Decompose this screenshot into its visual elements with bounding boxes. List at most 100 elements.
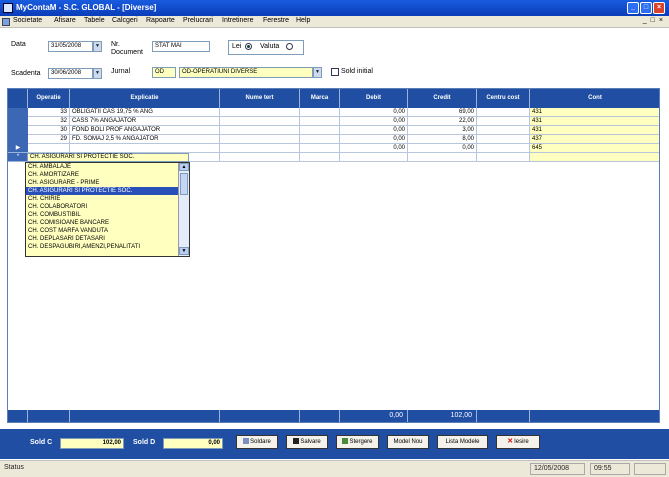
menu-prelucrari[interactable]: Prelucrari [183,17,213,24]
menu-afisare[interactable]: Afisare [54,17,76,24]
cell-credit[interactable]: 8,00 [408,135,477,144]
new-row-indicator[interactable]: * [8,153,28,162]
cell-cont[interactable]: 437 [530,135,659,144]
jurnal-name-field[interactable]: OD-OPERATIUNI DIVERSE [179,67,313,78]
cell-operatie[interactable]: 30 [28,126,70,135]
cell-debit[interactable]: 0,00 [340,117,408,126]
table-row[interactable]: 33 OBLIGATII CAS 19,75 % ANG 0,00 69,00 … [28,108,659,117]
header-credit[interactable]: Credit [408,89,477,108]
table-row-editing[interactable]: 0,00 0,00 645 [28,144,659,153]
scadenta-dropdown-button[interactable]: ▼ [93,68,102,79]
header-nume-tert[interactable]: Nume tert [220,89,300,108]
cell-explicatie[interactable]: OBLIGATII CAS 19,75 % ANG [70,108,220,117]
cell-centru-cost[interactable] [477,144,530,153]
cell-explicatie[interactable]: CASS 7% ANGAJATOR [70,117,220,126]
cell-debit[interactable]: 0,00 [340,144,408,153]
jurnal-code-field[interactable]: OD [152,67,176,78]
cell-centru-cost[interactable] [477,117,530,126]
header-marca[interactable]: Marca [300,89,340,108]
explicatie-dropdown-list[interactable]: CH. AMBALAJE CH. AMORTIZARE CH. ASIGURAR… [25,162,190,257]
menu-societate[interactable]: Societate [13,17,42,24]
dropdown-option[interactable]: CH. AMORTIZARE [26,171,179,179]
menu-intretinere[interactable]: Intretinere [222,17,254,24]
cell-debit[interactable]: 0,00 [340,135,408,144]
cell-cont[interactable]: 431 [530,108,659,117]
dropdown-option[interactable]: CH. COST MARFA VANDUTA [26,227,179,235]
scroll-up-arrow-icon[interactable]: ▲ [179,163,189,171]
cell-nume-tert[interactable] [220,153,300,162]
lei-radio[interactable] [245,43,252,50]
explicatie-combo-input[interactable]: CH. ASIGURARI SI PROTECTIE SOC. [27,153,189,162]
jurnal-dropdown-button[interactable]: ▼ [313,67,322,78]
dropdown-option[interactable]: CH. DEPLASARI DETASARI [26,235,179,243]
cell-debit[interactable] [340,153,408,162]
sold-initial-checkbox[interactable] [331,68,339,76]
cell-nume-tert[interactable] [220,108,300,117]
dropdown-option[interactable]: CH. AMBALAJE [26,163,179,171]
header-debit[interactable]: Debit [340,89,408,108]
dropdown-option-selected[interactable]: CH. ASIGURARI SI PROTECTIE SOC. [26,187,179,195]
iesire-button[interactable]: ✕Iesire [496,435,540,449]
table-row[interactable]: 32 CASS 7% ANGAJATOR 0,00 22,00 431 [28,117,659,126]
scroll-thumb[interactable] [180,173,188,195]
cell-credit[interactable] [408,153,477,162]
child-window-controls[interactable]: _□× [643,17,667,24]
cell-cont[interactable] [530,153,659,162]
menu-rapoarte[interactable]: Rapoarte [146,17,175,24]
table-row[interactable]: 29 FD. SOMAJ 2,5 % ANGAJATOR 0,00 8,00 4… [28,135,659,144]
cell-marca[interactable] [300,108,340,117]
header-centru-cost[interactable]: Centru cost [477,89,530,108]
cell-nume-tert[interactable] [220,144,300,153]
dropdown-option[interactable]: CH. COLABORATORI [26,203,179,211]
cell-explicatie[interactable]: FD. SOMAJ 2,5 % ANGAJATOR [70,135,220,144]
menu-ferestre[interactable]: Ferestre [263,17,289,24]
cell-marca[interactable] [300,117,340,126]
close-button[interactable]: × [653,2,665,14]
dropdown-scrollbar[interactable]: ▲ ▼ [178,163,189,256]
valuta-radio[interactable] [286,43,293,50]
salvare-button[interactable]: Salvare [286,435,328,449]
cell-cont[interactable]: 431 [530,117,659,126]
dropdown-option[interactable]: CH. COMISIOANE BANCARE [26,219,179,227]
menu-help[interactable]: Help [296,17,310,24]
dropdown-option[interactable]: CH. COMBUSTIBIL [26,211,179,219]
maximize-button[interactable]: □ [640,2,652,14]
header-cont[interactable]: Cont [530,89,659,108]
stergere-button[interactable]: Stergere [336,435,379,449]
cell-nume-tert[interactable] [220,135,300,144]
cell-marca[interactable] [300,126,340,135]
cell-centru-cost[interactable] [477,126,530,135]
data-field[interactable]: 31/05/2008 [48,41,93,52]
menu-tabele[interactable]: Tabele [84,17,105,24]
cell-credit[interactable]: 22,00 [408,117,477,126]
cell-centru-cost[interactable] [477,153,530,162]
soldare-button[interactable]: Soldare [236,435,278,449]
cell-centru-cost[interactable] [477,135,530,144]
header-explicatie[interactable]: Explicatie [70,89,220,108]
current-row-indicator[interactable]: ▶ [8,144,28,153]
cell-explicatie[interactable] [70,144,220,153]
dropdown-option[interactable]: CH. DESPAGUBIRI,AMENZI,PENALITATI [26,243,179,251]
cell-nume-tert[interactable] [220,117,300,126]
cell-operatie[interactable]: 32 [28,117,70,126]
menu-calculeaza[interactable]: Calcgeri [112,17,138,24]
model-nou-button[interactable]: Model Nou [387,435,429,449]
lista-modele-button[interactable]: Lista Modele [437,435,488,449]
cell-credit[interactable]: 3,00 [408,126,477,135]
cell-debit[interactable]: 0,00 [340,108,408,117]
minimize-button[interactable]: _ [627,2,639,14]
cell-marca[interactable] [300,135,340,144]
cell-cont[interactable]: 645 [530,144,659,153]
cell-centru-cost[interactable] [477,108,530,117]
dropdown-option[interactable]: CH. ASIGURARE - PRIME [26,179,179,187]
table-row[interactable]: 30 FOND BOLI PROF ANGAJATOR 0,00 3,00 43… [28,126,659,135]
scadenta-field[interactable]: 30/06/2008 [48,68,93,79]
scroll-down-arrow-icon[interactable]: ▼ [179,247,189,255]
header-operatie[interactable]: Operatie [28,89,70,108]
cell-nume-tert[interactable] [220,126,300,135]
cell-marca[interactable] [300,153,340,162]
cell-cont[interactable]: 431 [530,126,659,135]
cell-explicatie[interactable]: FOND BOLI PROF ANGAJATOR [70,126,220,135]
cell-debit[interactable]: 0,00 [340,126,408,135]
dropdown-option[interactable]: CH. CHIRIE [26,195,179,203]
